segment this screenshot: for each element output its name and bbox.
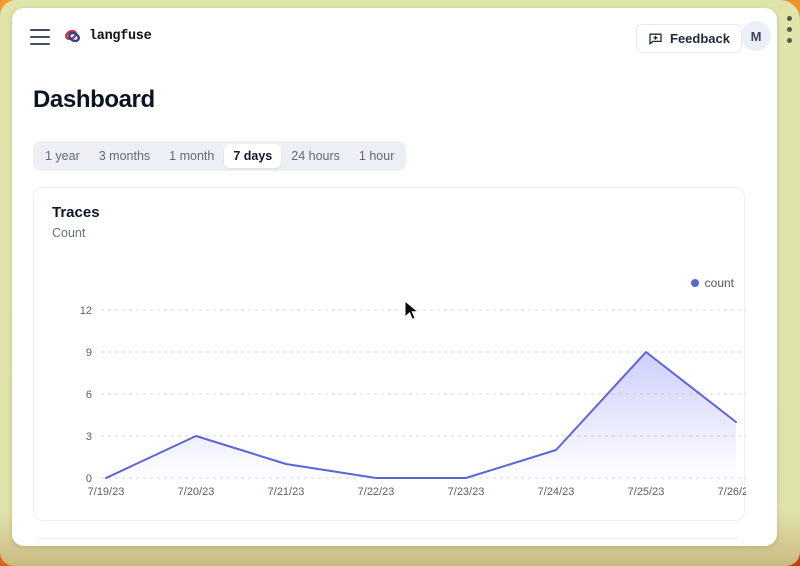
app-surface: langfuse Feedback M Dashboard 1 year 3 m…: [12, 8, 777, 546]
x-tick-label: 7/21/23: [268, 486, 305, 498]
y-tick-label: 3: [86, 431, 92, 443]
tab-1-year[interactable]: 1 year: [36, 144, 89, 168]
user-avatar[interactable]: M: [741, 21, 771, 51]
chart-legend: count: [691, 276, 734, 290]
x-tick-label: 7/23/23: [448, 486, 485, 498]
app-header: langfuse Feedback M: [12, 8, 777, 68]
tab-1-month[interactable]: 1 month: [160, 144, 223, 168]
tab-7-days[interactable]: 7 days: [224, 144, 281, 168]
tab-1-hour[interactable]: 1 hour: [350, 144, 403, 168]
hamburger-menu-icon[interactable]: [30, 29, 50, 45]
traces-area-chart[interactable]: 0 3 6 9 12 7/19/23 7/20/23 7/21/23 7/22/23 7/23/2…: [34, 293, 746, 505]
legend-dot-icon: [691, 279, 699, 287]
y-tick-label: 9: [86, 347, 92, 359]
traces-card: Traces Count count 0 3 6 9 12 7/19/23 7/20/23 7…: [33, 187, 745, 521]
feedback-button[interactable]: Feedback: [636, 24, 742, 53]
time-range-tabs: 1 year 3 months 1 month 7 days 24 hours …: [33, 141, 406, 171]
x-tick-label: 7/20/23: [178, 486, 215, 498]
window-frame: langfuse Feedback M Dashboard 1 year 3 m…: [0, 0, 800, 566]
next-card-sliver: [33, 538, 745, 546]
x-tick-label: 7/26/23: [718, 486, 746, 498]
grip-dots-icon: [787, 16, 792, 43]
y-tick-label: 6: [86, 389, 92, 401]
x-tick-label: 7/25/23: [628, 486, 665, 498]
feedback-label: Feedback: [670, 31, 730, 46]
brand-logo[interactable]: langfuse: [64, 28, 151, 44]
y-tick-label: 12: [80, 305, 92, 317]
x-tick-label: 7/24/23: [538, 486, 575, 498]
area-fill: [106, 352, 736, 478]
x-tick-label: 7/19/23: [88, 486, 125, 498]
card-subtitle: Count: [52, 226, 85, 240]
feedback-bubble-icon: [648, 31, 663, 46]
tab-24-hours[interactable]: 24 hours: [282, 144, 349, 168]
legend-label: count: [705, 276, 734, 290]
x-tick-label: 7/22/23: [358, 486, 395, 498]
y-tick-label: 0: [86, 473, 92, 485]
brand-name: langfuse: [89, 29, 151, 44]
card-title: Traces: [52, 204, 100, 221]
tab-3-months[interactable]: 3 months: [90, 144, 159, 168]
knot-logo-icon: [64, 28, 81, 44]
page-title: Dashboard: [33, 86, 155, 114]
